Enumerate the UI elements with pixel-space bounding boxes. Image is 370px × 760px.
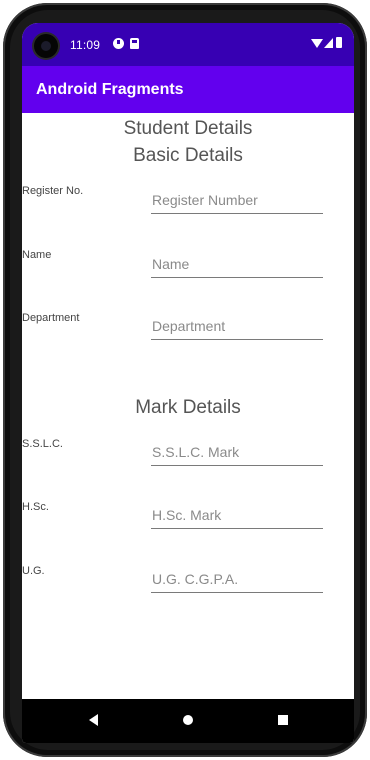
hsc-mark-input[interactable] xyxy=(151,503,323,527)
home-icon[interactable] xyxy=(183,715,193,725)
notification-icon xyxy=(113,38,124,49)
app-bar: Android Fragments xyxy=(22,66,354,113)
sslc-label: S.S.L.C. xyxy=(22,438,63,450)
register-number-field[interactable] xyxy=(151,188,323,214)
wifi-icon xyxy=(311,39,323,48)
name-field[interactable] xyxy=(151,252,323,278)
sslc-mark-input[interactable] xyxy=(151,440,323,464)
ug-cgpa-input[interactable] xyxy=(151,567,323,591)
app-title: Android Fragments xyxy=(36,81,184,98)
department-input[interactable] xyxy=(151,314,323,338)
register-no-label: Register No. xyxy=(22,185,84,197)
mark-details-header: Mark Details xyxy=(135,397,241,418)
phone-frame: 11:09 Android Fragments Student Details … xyxy=(3,3,367,757)
status-time: 11:09 xyxy=(70,38,101,52)
hsc-mark-field[interactable] xyxy=(151,503,323,529)
hsc-label: H.Sc. xyxy=(22,501,49,513)
department-label: Department xyxy=(22,312,80,324)
name-label: Name xyxy=(22,249,52,261)
student-details-header: Student Details xyxy=(123,118,253,139)
back-icon[interactable] xyxy=(89,714,98,726)
basic-details-header: Basic Details xyxy=(133,145,243,166)
name-input[interactable] xyxy=(151,252,323,276)
ug-label: U.G. xyxy=(22,565,45,577)
sslc-mark-field[interactable] xyxy=(151,440,323,466)
department-field[interactable] xyxy=(151,314,323,340)
battery-icon xyxy=(336,37,342,48)
camera-icon xyxy=(34,34,58,58)
register-number-input[interactable] xyxy=(151,188,323,212)
recents-icon[interactable] xyxy=(278,715,288,725)
screen: 11:09 Android Fragments Student Details … xyxy=(22,23,354,743)
status-bar: 11:09 xyxy=(22,23,354,66)
ug-cgpa-field[interactable] xyxy=(151,567,323,593)
navigation-bar xyxy=(22,699,354,743)
signal-icon xyxy=(324,38,333,48)
sim-card-icon xyxy=(130,38,139,49)
